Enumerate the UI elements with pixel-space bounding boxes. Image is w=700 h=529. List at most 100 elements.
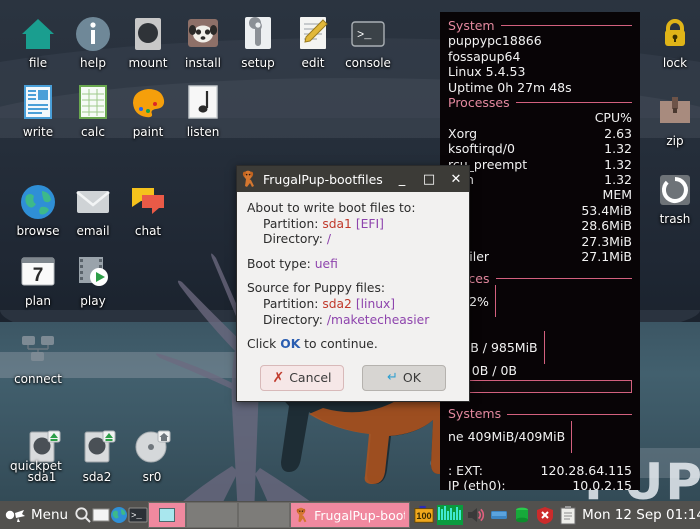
hard-drive-icon [77,428,117,468]
cancel-button[interactable]: ✗ Cancel [260,364,344,391]
external-ip-row: : EXT: 120.28.64.115 [448,462,632,478]
section-rule [500,25,632,27]
mem-usage-row: 8MiB / 985MiB [448,331,632,364]
mem-usage-bar [543,331,545,364]
clock[interactable]: Mon 12 Sep 01:14 [582,507,700,523]
desktop-icon-label: console [345,56,391,70]
puppy-icon [241,170,258,188]
mem-header-row: MEM [448,187,632,202]
cpu-header-row: CPU% [448,110,632,125]
boot-type-line: Boot type: uefi [247,256,338,271]
frugalpup-dialog[interactable]: FrugalPup-bootfiles v _ □ ✕ About to wri… [236,165,470,402]
maximize-button[interactable]: □ [418,169,440,189]
drive-usage-icon[interactable] [512,505,532,525]
system-monitor-panel: System puppypc18866 fossapup64 Linux 5.4… [440,12,640,490]
kernel-version: Linux 5.4.53 [448,64,526,80]
desktop-icon-label: edit [301,56,325,70]
terminal-icon[interactable]: >_ [128,504,148,526]
desktop-icon-label: install [185,56,221,70]
desktop-icon-install[interactable]: install [173,14,233,70]
desktop-button-3[interactable] [238,502,291,528]
quickpet-label: quickpet [10,459,62,473]
minimize-button[interactable]: _ [391,169,413,189]
folder-house-icon [18,14,58,54]
desktop-icon-label: email [76,224,110,238]
svg-text:7: 7 [33,265,44,286]
puppy-icon [295,507,310,523]
desktop-icon-file[interactable]: file [8,14,68,70]
cancel-button-label: Cancel [289,370,332,386]
desktop-icon-lock[interactable]: lock [645,14,700,70]
firewall-shield-icon[interactable] [535,505,555,525]
section-title: Systems [448,406,502,422]
palette-icon [128,83,168,123]
drive-icon [128,14,168,54]
desktop-button-2[interactable] [186,502,239,528]
section-rule [515,102,632,104]
desktop-icon-mount[interactable]: mount [118,14,178,70]
desktop-icon-plan[interactable]: 7 plan [8,252,68,308]
desktop-icon-label: paint [132,125,164,139]
network-icon[interactable] [489,505,509,525]
sysmon-section-resources: ources [448,271,632,286]
info-circle-icon [73,14,113,54]
dialog-titlebar[interactable]: FrugalPup-bootfiles v _ □ ✕ [237,166,469,192]
filesystem-bar [571,420,573,454]
desktop-icon-sda1[interactable]: quickpet sda1 [10,428,72,484]
ok-button[interactable]: ↵ OK [362,364,446,391]
desktop-icon-browse[interactable]: browse [8,182,68,238]
ok-button-label: OK [402,370,421,386]
desktop-icon-label: file [28,56,48,70]
battery-icon[interactable]: 100 [414,505,434,525]
desktop-icon-zip[interactable]: zip [645,92,700,148]
menu-label: Menu [31,507,69,523]
taskbar[interactable]: Menu >_ FrugalPup-boo 100 Mon 12 Sep 01:… [0,501,700,529]
target-directory-value: / [326,232,332,247]
desktop-icon-paint[interactable]: paint [118,83,178,139]
file-manager-icon[interactable] [92,504,110,526]
task-list[interactable]: FrugalPup-bootfil [290,501,411,529]
desktop-icon-chat[interactable]: chat [118,182,178,238]
desktop-icon-label: lock [662,56,688,70]
desktop-icon-label: listen [186,125,220,139]
source-partition-line: Partition: sda2 [linux] [263,296,396,311]
desktop-icon-play[interactable]: play [63,252,123,308]
desktop-icon-console[interactable]: >_ console [338,14,398,70]
desktop-icon-email[interactable]: email [63,182,123,238]
source-directory-line: Directory: /maketecheasier [263,312,430,327]
close-icon[interactable]: ✕ [445,169,467,189]
cpu-usage-row: U 32% [448,284,632,318]
media-play-icon [73,252,113,292]
desktop-icon-trash[interactable]: trash [645,170,700,226]
desktop-icon-label: setup [241,56,275,70]
click-instruction: Click OK to continue. [247,337,378,352]
clipboard-icon[interactable] [558,505,578,525]
filesystem-row: ne 409MiB/409MiB [448,420,632,454]
process-row: rcu_preempt 1.32 [448,156,632,172]
boot-type-value: uefi [314,256,338,271]
system-tray[interactable]: 100 [410,501,582,529]
desktop-icon-write[interactable]: write [8,83,68,139]
desktop-icon-connect[interactable]: connect [8,330,68,386]
desktop-icon-sr0[interactable]: sr0 [122,428,182,484]
desktop-button-1[interactable] [148,502,187,528]
search-icon[interactable] [74,504,92,526]
desktop-icon-setup[interactable]: setup [228,14,288,70]
desktop-icon-label: quickpet sda1 [10,459,72,484]
desktop-switcher[interactable] [148,501,291,529]
desktop-icon-help[interactable]: help [63,14,123,70]
browser-globe-icon[interactable] [110,504,128,526]
task-button-frugalpup[interactable]: FrugalPup-bootfil [290,502,411,528]
desktop-icon-calc[interactable]: calc [63,83,123,139]
volume-icon[interactable] [466,505,486,525]
local-ip-row: IP (eth0): 10.0.2.15 [448,477,632,490]
desktop-icon-edit[interactable]: edit [283,14,343,70]
cpu-graph-icon[interactable] [437,505,464,525]
desktop-icon-sda2[interactable]: sda2 [67,428,127,484]
desktop-icon-listen[interactable]: listen [173,83,233,139]
ok-hint: OK [280,337,301,352]
filesystem-label: ne 409MiB/409MiB [448,429,566,445]
start-menu-button[interactable]: Menu [0,501,74,529]
process-row: <-Filer27.1MiB [448,249,632,265]
archive-box-icon [655,92,695,132]
